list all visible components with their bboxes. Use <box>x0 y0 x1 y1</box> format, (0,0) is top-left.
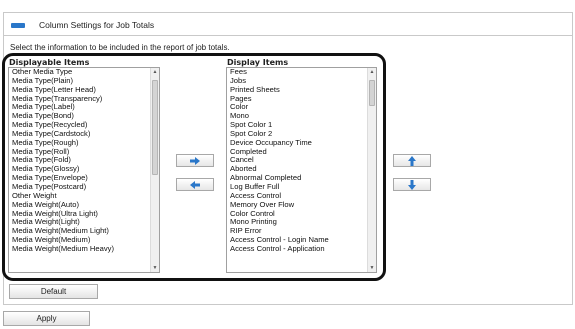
arrow-up-icon <box>408 155 416 166</box>
scrollbar-thumb[interactable] <box>152 80 158 175</box>
arrow-right-icon <box>190 156 200 165</box>
scroll-up-icon[interactable]: ▲ <box>151 69 159 75</box>
scroll-up-icon[interactable]: ▲ <box>368 69 376 75</box>
scroll-down-icon[interactable]: ▼ <box>151 265 159 271</box>
default-button[interactable]: Default <box>9 284 98 299</box>
list-item[interactable]: Pages <box>230 94 376 104</box>
displayable-scrollbar[interactable]: ▲ ▼ <box>150 68 159 272</box>
list-item[interactable]: Media Weight(Medium Heavy) <box>12 244 159 254</box>
move-down-button[interactable] <box>393 178 431 191</box>
instruction-text: Select the information to be included in… <box>10 43 230 52</box>
settings-icon <box>11 23 25 28</box>
display-items-list[interactable]: Fees Jobs Printed Sheets Pages Color Mono Spot… <box>226 67 377 273</box>
list-item[interactable]: Access Control - Application <box>230 244 376 254</box>
arrow-left-icon <box>190 180 200 189</box>
remove-item-button[interactable] <box>176 178 214 191</box>
page-title: Column Settings for Job Totals <box>39 20 155 30</box>
scroll-down-icon[interactable]: ▼ <box>368 265 376 271</box>
scrollbar-thumb[interactable] <box>369 80 375 106</box>
displayable-items-heading: Displayable Items <box>9 58 90 67</box>
display-items-heading: Display Items <box>227 58 289 67</box>
display-scrollbar[interactable]: ▲ ▼ <box>367 68 376 272</box>
divider <box>3 304 573 305</box>
list-item[interactable]: Fees <box>230 68 376 77</box>
add-item-button[interactable] <box>176 154 214 167</box>
list-item[interactable]: Color <box>230 103 376 112</box>
arrow-down-icon <box>408 179 416 190</box>
settings-header: Column Settings for Job Totals <box>3 12 573 36</box>
displayable-items-list[interactable]: Other Media Type Media Type(Plain) Media T… <box>8 67 160 273</box>
move-up-button[interactable] <box>393 154 431 167</box>
apply-button[interactable]: Apply <box>3 311 90 326</box>
